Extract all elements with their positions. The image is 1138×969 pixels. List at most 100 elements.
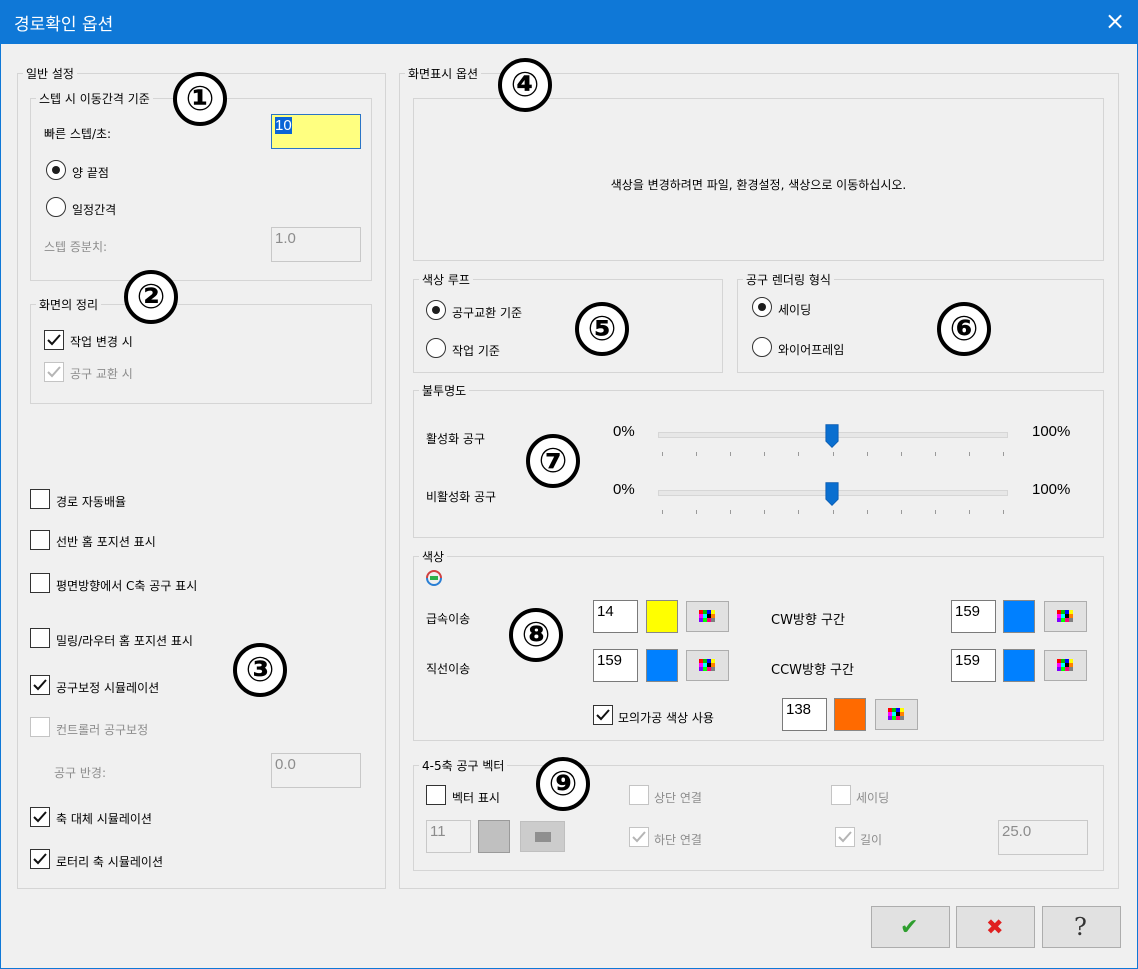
vector-shading-label: 세이딩 — [856, 791, 890, 805]
palette-icon — [1057, 610, 1073, 624]
cw-color-input[interactable]: 159 — [951, 600, 996, 633]
color-reset-icon[interactable] — [425, 570, 443, 586]
inactive-opacity-slider[interactable] — [658, 482, 1008, 516]
sim-palette-button[interactable] — [875, 699, 918, 730]
palette-icon — [535, 832, 551, 842]
check-icon — [632, 831, 646, 843]
linear-color-swatch[interactable] — [646, 649, 678, 682]
fast-step-input[interactable]: 10 — [271, 114, 361, 149]
axis-sub-sim-label: 축 대체 시뮬레이션 — [56, 812, 152, 826]
cancel-button[interactable]: ✖ — [956, 906, 1035, 948]
tool-comp-sim-label: 공구보정 시뮬레이션 — [56, 681, 160, 695]
lathe-home-label: 선반 홈 포지션 표시 — [56, 535, 156, 549]
sim-color-label: 모의가공 색상 사용 — [618, 711, 714, 725]
slider-tick — [867, 510, 868, 514]
radio-shading[interactable] — [752, 297, 772, 317]
controller-comp-label: 컨트롤러 공구보정 — [56, 723, 149, 737]
on-op-change-label: 작업 변경 시 — [70, 335, 133, 349]
top-link-checkbox[interactable] — [629, 785, 649, 805]
on-op-change-checkbox[interactable] — [44, 330, 64, 350]
active-opacity-slider[interactable] — [658, 424, 1008, 458]
ok-button[interactable]: ✔ — [871, 906, 950, 948]
vector-color-swatch[interactable] — [478, 820, 510, 853]
vector-color-input[interactable]: 11 — [426, 820, 471, 853]
opacity-legend: 불투명도 — [419, 382, 470, 399]
radio-fixed-interval-label: 일정간격 — [72, 203, 117, 217]
rapid-palette-button[interactable] — [686, 601, 729, 632]
screen-cleanup-group — [30, 304, 372, 404]
slider-ticks — [658, 452, 1008, 458]
screen-cleanup-legend: 화면의 정리 — [36, 296, 102, 313]
lathe-home-checkbox[interactable] — [30, 530, 50, 550]
ccw-color-swatch[interactable] — [1003, 649, 1035, 682]
radio-wireframe[interactable] — [752, 337, 772, 357]
length-checkbox[interactable] — [835, 827, 855, 847]
window-title: 경로확인 옵션 — [14, 15, 114, 35]
slider-thumb[interactable] — [825, 422, 839, 450]
checkmark-icon: ✔ — [900, 915, 919, 940]
slider-thumb[interactable] — [825, 480, 839, 508]
radio-selected-dot — [758, 303, 766, 311]
c-axis-tool-checkbox[interactable] — [30, 573, 50, 593]
sim-color-input[interactable]: 138 — [782, 698, 827, 731]
on-tool-change-checkbox[interactable] — [44, 362, 64, 382]
slider-tick — [901, 452, 902, 456]
slider-tick — [1003, 452, 1004, 456]
ccw-label: CCW방향 구간 — [771, 663, 854, 678]
ccw-color-input[interactable]: 159 — [951, 649, 996, 682]
sim-color-checkbox[interactable] — [593, 705, 613, 725]
tool-radius-input[interactable]: 0.0 — [271, 753, 361, 788]
length-input[interactable]: 25.0 — [998, 820, 1088, 855]
slider-tick — [833, 510, 834, 514]
slider-tick — [696, 452, 697, 456]
slider-tick — [935, 452, 936, 456]
tool-comp-sim-checkbox[interactable] — [30, 675, 50, 695]
linear-color-input[interactable]: 159 — [593, 649, 638, 682]
top-link-label: 상단 연결 — [654, 791, 702, 805]
auto-arrange-label: 경로 자동배율 — [56, 495, 127, 509]
rapid-color-input[interactable]: 14 — [593, 600, 638, 633]
badge-9: ⑨ — [536, 757, 590, 811]
step-increment-input[interactable]: 1.0 — [271, 227, 361, 262]
active-tool-label: 활성화 공구 — [426, 432, 486, 446]
step-increment-label: 스텝 증분치: — [44, 240, 108, 254]
badge-4: ④ — [498, 58, 552, 112]
show-vector-checkbox[interactable] — [426, 785, 446, 805]
radio-both-ends[interactable] — [46, 160, 66, 180]
ccw-palette-button[interactable] — [1044, 650, 1087, 681]
radio-by-tool-change[interactable] — [426, 300, 446, 320]
slider-tick — [764, 452, 765, 456]
rapid-color-swatch[interactable] — [646, 600, 678, 633]
mill-home-checkbox[interactable] — [30, 628, 50, 648]
rotary-sim-checkbox[interactable] — [30, 849, 50, 869]
colors-legend: 색상 — [419, 548, 448, 565]
vector-palette-button[interactable] — [520, 821, 565, 852]
check-icon — [33, 679, 47, 691]
close-icon[interactable]: × — [1100, 6, 1130, 36]
controller-comp-checkbox[interactable] — [30, 717, 50, 737]
vector-shading-checkbox[interactable] — [831, 785, 851, 805]
check-icon — [33, 811, 47, 823]
inactive-tool-label: 비활성화 공구 — [426, 490, 497, 504]
radio-fixed-interval[interactable] — [46, 197, 66, 217]
linear-palette-button[interactable] — [686, 650, 729, 681]
badge-5: ⑤ — [575, 302, 629, 356]
cw-color-swatch[interactable] — [1003, 600, 1035, 633]
radio-selected-dot — [52, 166, 60, 174]
auto-arrange-checkbox[interactable] — [30, 489, 50, 509]
slider-tick — [969, 510, 970, 514]
cancel-x-icon: ✖ — [986, 915, 1004, 939]
radio-by-tool-change-label: 공구교환 기준 — [452, 306, 523, 320]
radio-by-operation[interactable] — [426, 338, 446, 358]
sim-color-swatch[interactable] — [834, 698, 866, 731]
help-button[interactable]: ? — [1042, 906, 1121, 948]
radio-selected-dot — [432, 306, 440, 314]
axis-sub-sim-checkbox[interactable] — [30, 807, 50, 827]
palette-icon — [888, 708, 904, 722]
badge-1: ① — [173, 72, 227, 126]
cw-palette-button[interactable] — [1044, 601, 1087, 632]
slider-tick — [696, 510, 697, 514]
slider-tick — [662, 510, 663, 514]
slider-tick — [1003, 510, 1004, 514]
bottom-link-checkbox[interactable] — [629, 827, 649, 847]
